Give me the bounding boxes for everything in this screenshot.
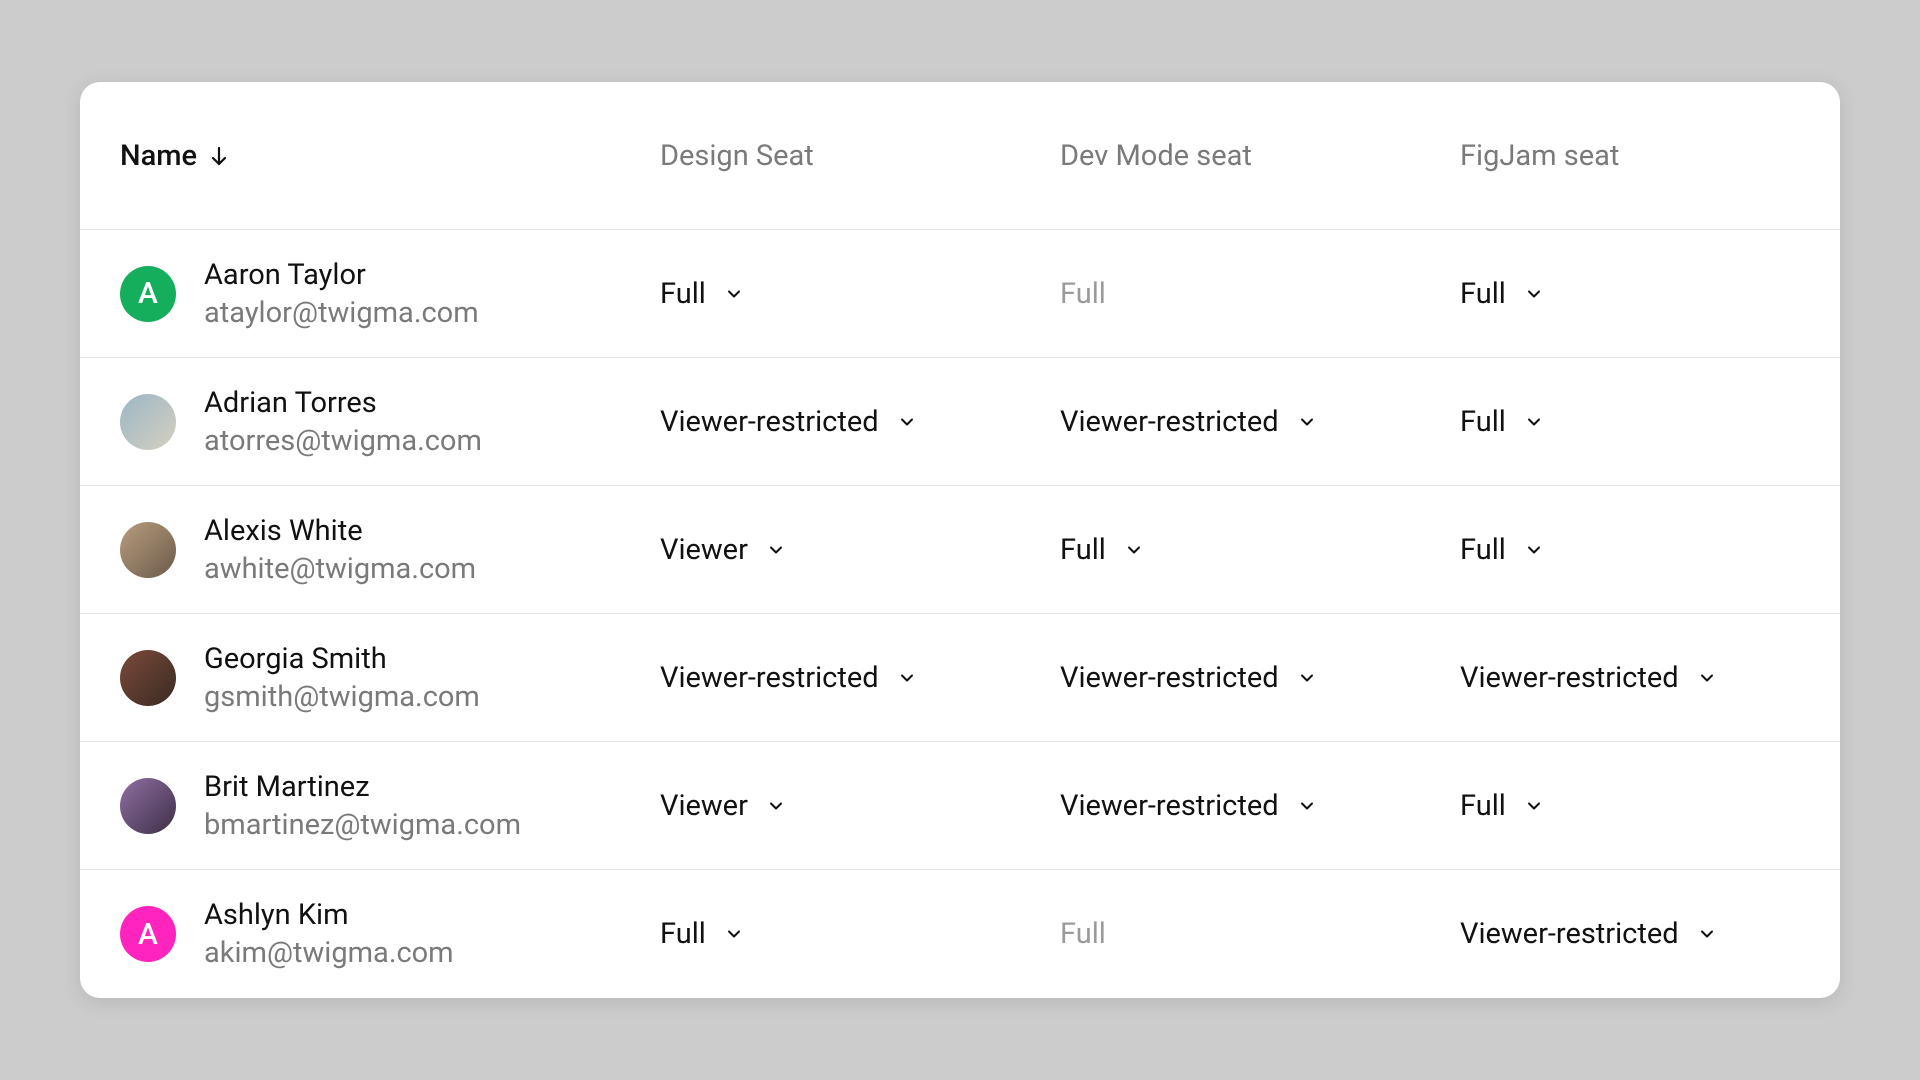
table-row: Adrian Torres atorres@twigma.com Viewer-re…	[80, 358, 1840, 486]
seat-select-design[interactable]: Viewer-restricted	[660, 405, 1060, 439]
column-header-figjam-label: FigJam seat	[1460, 139, 1619, 173]
seat-select-dev: Full	[1060, 917, 1460, 951]
seat-select-figjam-label: Viewer-restricted	[1460, 917, 1679, 951]
seat-select-figjam-label: Full	[1460, 405, 1506, 439]
seat-select-dev-label: Full	[1060, 533, 1106, 567]
chevron-down-icon	[724, 924, 744, 944]
avatar	[120, 394, 176, 450]
seat-select-figjam[interactable]: Full	[1460, 533, 1840, 567]
chevron-down-icon	[1697, 924, 1717, 944]
seat-select-dev: Full	[1060, 277, 1460, 311]
chevron-down-icon	[897, 668, 917, 688]
column-header-dev-label: Dev Mode seat	[1060, 139, 1252, 173]
user-cell[interactable]: Brit Martinez bmartinez@twigma.com	[80, 770, 660, 842]
chevron-down-icon	[1297, 412, 1317, 432]
table-row: Brit Martinez bmartinez@twigma.com Viewer V…	[80, 742, 1840, 870]
user-cell[interactable]: Alexis White awhite@twigma.com	[80, 514, 660, 586]
column-header-design-label: Design Seat	[660, 139, 814, 173]
column-header-name[interactable]: Name	[80, 139, 660, 173]
seat-select-figjam[interactable]: Full	[1460, 277, 1840, 311]
user-email: atorres@twigma.com	[204, 424, 482, 458]
user-name: Brit Martinez	[204, 770, 521, 804]
seat-select-figjam-label: Full	[1460, 789, 1506, 823]
chevron-down-icon	[1697, 668, 1717, 688]
avatar: A	[120, 906, 176, 962]
user-cell[interactable]: Adrian Torres atorres@twigma.com	[80, 386, 660, 458]
user-email: akim@twigma.com	[204, 936, 454, 970]
avatar	[120, 650, 176, 706]
user-name: Ashlyn Kim	[204, 898, 454, 932]
seat-select-dev-label: Full	[1060, 277, 1106, 311]
seat-select-dev-label: Full	[1060, 917, 1106, 951]
chevron-down-icon	[1124, 540, 1144, 560]
seat-select-design-label: Viewer	[660, 789, 748, 823]
table-row: A Aaron Taylor ataylor@twigma.com Full Full F…	[80, 230, 1840, 358]
avatar: A	[120, 266, 176, 322]
user-cell[interactable]: A Aaron Taylor ataylor@twigma.com	[80, 258, 660, 330]
chevron-down-icon	[1297, 668, 1317, 688]
user-name-block: Brit Martinez bmartinez@twigma.com	[204, 770, 521, 842]
user-email: bmartinez@twigma.com	[204, 808, 521, 842]
seat-select-dev-label: Viewer-restricted	[1060, 405, 1279, 439]
user-email: gsmith@twigma.com	[204, 680, 480, 714]
users-seat-table: Name Design Seat Dev Mode seat FigJam se…	[80, 82, 1840, 998]
avatar	[120, 522, 176, 578]
user-name-block: Ashlyn Kim akim@twigma.com	[204, 898, 454, 970]
seat-select-design-label: Viewer-restricted	[660, 405, 879, 439]
user-name-block: Alexis White awhite@twigma.com	[204, 514, 476, 586]
table-row: Georgia Smith gsmith@twigma.com Viewer-res…	[80, 614, 1840, 742]
user-name-block: Georgia Smith gsmith@twigma.com	[204, 642, 480, 714]
chevron-down-icon	[766, 796, 786, 816]
seat-select-design[interactable]: Full	[660, 917, 1060, 951]
chevron-down-icon	[1524, 412, 1544, 432]
seat-select-design-label: Full	[660, 277, 706, 311]
table-row: Alexis White awhite@twigma.com Viewer Full F…	[80, 486, 1840, 614]
seat-select-design-label: Full	[660, 917, 706, 951]
avatar	[120, 778, 176, 834]
user-name: Adrian Torres	[204, 386, 482, 420]
seat-select-figjam[interactable]: Viewer-restricted	[1460, 661, 1840, 695]
column-header-name-label: Name	[120, 139, 197, 173]
chevron-down-icon	[897, 412, 917, 432]
column-header-dev[interactable]: Dev Mode seat	[1060, 139, 1460, 173]
seat-select-figjam-label: Viewer-restricted	[1460, 661, 1679, 695]
chevron-down-icon	[1524, 284, 1544, 304]
chevron-down-icon	[1297, 796, 1317, 816]
user-name: Aaron Taylor	[204, 258, 479, 292]
chevron-down-icon	[1524, 796, 1544, 816]
user-name-block: Aaron Taylor ataylor@twigma.com	[204, 258, 479, 330]
column-header-design[interactable]: Design Seat	[660, 139, 1060, 173]
seat-select-figjam[interactable]: Full	[1460, 789, 1840, 823]
seat-select-dev[interactable]: Viewer-restricted	[1060, 789, 1460, 823]
seat-select-design-label: Viewer-restricted	[660, 661, 879, 695]
seat-select-design-label: Viewer	[660, 533, 748, 567]
seat-select-dev[interactable]: Viewer-restricted	[1060, 405, 1460, 439]
table-header-row: Name Design Seat Dev Mode seat FigJam se…	[80, 82, 1840, 230]
seat-select-dev[interactable]: Full	[1060, 533, 1460, 567]
seat-select-figjam-label: Full	[1460, 533, 1506, 567]
user-name-block: Adrian Torres atorres@twigma.com	[204, 386, 482, 458]
seat-select-design[interactable]: Viewer	[660, 533, 1060, 567]
seat-select-design[interactable]: Full	[660, 277, 1060, 311]
seat-select-figjam-label: Full	[1460, 277, 1506, 311]
column-header-figjam[interactable]: FigJam seat	[1460, 139, 1840, 173]
sort-arrow-down-icon	[207, 144, 231, 168]
chevron-down-icon	[766, 540, 786, 560]
user-name: Alexis White	[204, 514, 476, 548]
chevron-down-icon	[724, 284, 744, 304]
user-email: ataylor@twigma.com	[204, 296, 479, 330]
seat-select-design[interactable]: Viewer-restricted	[660, 661, 1060, 695]
user-cell[interactable]: A Ashlyn Kim akim@twigma.com	[80, 898, 660, 970]
user-cell[interactable]: Georgia Smith gsmith@twigma.com	[80, 642, 660, 714]
seat-select-figjam[interactable]: Viewer-restricted	[1460, 917, 1840, 951]
seat-select-figjam[interactable]: Full	[1460, 405, 1840, 439]
chevron-down-icon	[1524, 540, 1544, 560]
user-name: Georgia Smith	[204, 642, 480, 676]
table-row: A Ashlyn Kim akim@twigma.com Full Full Viewer…	[80, 870, 1840, 998]
seat-select-dev[interactable]: Viewer-restricted	[1060, 661, 1460, 695]
user-email: awhite@twigma.com	[204, 552, 476, 586]
seat-select-dev-label: Viewer-restricted	[1060, 789, 1279, 823]
seat-select-design[interactable]: Viewer	[660, 789, 1060, 823]
seat-select-dev-label: Viewer-restricted	[1060, 661, 1279, 695]
